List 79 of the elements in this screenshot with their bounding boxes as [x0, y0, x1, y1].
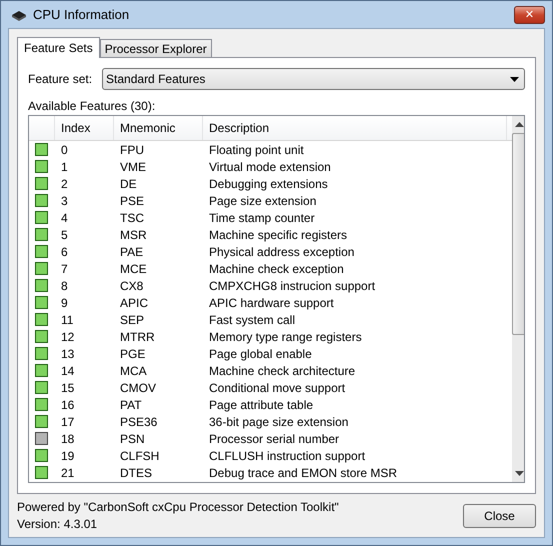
table-cell-text: APIC — [119, 296, 150, 310]
table-cell-text: 5 — [60, 228, 69, 242]
table-cell-text: VME — [119, 160, 148, 174]
table-cell-text: 14 — [60, 364, 76, 378]
table-cell-text: Time stamp counter — [208, 210, 316, 224]
table-cell-text: 21 — [60, 466, 76, 480]
tab[interactable]: Feature Sets — [17, 37, 100, 58]
table-cell-text: MTRR — [119, 330, 156, 344]
column-header[interactable]: Index — [55, 116, 114, 140]
table-cell-text: Memory type range registers — [208, 330, 363, 344]
table-cell-text: DTES — [119, 466, 154, 480]
version-text: Version: 4.3.01 — [17, 517, 98, 531]
table-cell-text: FPU — [119, 142, 145, 156]
table-cell-text: 36-bit page size extension — [208, 414, 350, 428]
table-cell-text: Conditional move support — [208, 380, 346, 394]
table-cell-text: 13 — [60, 346, 76, 360]
table-cell-text: 15 — [60, 380, 76, 394]
table-cell-text: 4 — [60, 210, 69, 224]
table-cell-text: 6 — [60, 244, 69, 258]
scroll-up-icon[interactable] — [514, 122, 524, 127]
list-label: Available Features (30): — [28, 99, 156, 113]
table-cell-text: CLFSH — [119, 448, 160, 462]
table-cell-text: 11 — [60, 312, 74, 326]
vertical-scrollbar[interactable] — [512, 116, 524, 482]
table-cell-text: PSN — [119, 432, 146, 446]
table-cell-text: 16 — [60, 398, 76, 412]
table-cell-text: 7 — [60, 262, 69, 276]
table-cell-text: Page attribute table — [208, 398, 314, 412]
close-button[interactable]: ✕ — [514, 6, 545, 24]
table-cell-text: MCA — [119, 364, 148, 378]
table-cell-text: SEP — [119, 312, 146, 326]
table-cell-text: CLFLUSH instruction support — [208, 448, 366, 462]
chip-icon — [11, 8, 27, 20]
table-cell-text: Machine check architecture — [208, 364, 356, 378]
close-button[interactable]: Close — [463, 504, 536, 528]
column-header[interactable]: Description — [203, 116, 507, 140]
table-cell-text: DE — [119, 176, 138, 190]
dropdown-arrow-icon — [510, 76, 519, 82]
table-cell-text: Machine specific registers — [208, 228, 348, 242]
table-cell-text: PGE — [119, 346, 146, 360]
table-cell-text: 3 — [60, 194, 69, 208]
feature-set-label: Feature set: — [28, 72, 92, 86]
table-cell-text: Debug trace and EMON store MSR — [208, 466, 398, 480]
table-cell-text: 1 — [60, 160, 69, 174]
table-cell-text: 0 — [60, 142, 69, 156]
table-cell-text: MSR — [119, 228, 148, 242]
table-cell-text: CX8 — [119, 278, 144, 292]
table-cell-text: APIC hardware support — [208, 296, 335, 310]
window-title: CPU Information — [33, 7, 130, 22]
table-cell-text: Physical address exception — [208, 244, 356, 258]
table-cell-text: CMOV — [119, 380, 157, 394]
table-cell-text: Debugging extensions — [208, 176, 329, 190]
table-cell-text: PAT — [119, 398, 143, 412]
table-cell-text: 17 — [60, 414, 76, 428]
table-cell-text: Virtual mode extension — [208, 160, 332, 174]
table-cell-text: Page global enable — [208, 346, 313, 360]
table-cell-text: Floating point unit — [208, 142, 305, 156]
table-cell-text: 2 — [60, 176, 69, 190]
table-cell-text: CMPXCHG8 instrucion support — [208, 278, 376, 292]
table-cell-text: 12 — [60, 330, 76, 344]
table-cell-text: 9 — [60, 296, 69, 310]
table-cell-text: 18 — [60, 432, 76, 446]
table-cell-text: 8 — [60, 278, 69, 292]
table-cell-text: PSE36 — [119, 414, 158, 428]
tab[interactable]: Processor Explorer — [100, 39, 212, 57]
table-cell-text: Processor serial number — [208, 432, 340, 446]
feature-set-dropdown[interactable]: Standard Features — [102, 68, 525, 90]
table-cell-text: PAE — [119, 244, 144, 258]
column-header[interactable]: Mnemonic — [114, 116, 203, 140]
table-cell-text: Fast system call — [208, 312, 296, 326]
table-cell-text: 19 — [60, 448, 76, 462]
table-cell-text: TSC — [119, 210, 145, 224]
table-cell-text: MCE — [119, 262, 148, 276]
powered-by-text: Powered by "CarbonSoft cxCpu Processor Detection Toolkit" — [17, 500, 339, 514]
table-cell-text: Machine check exception — [208, 262, 345, 276]
scroll-down-icon[interactable] — [514, 471, 524, 476]
table-cell-text: PSE — [119, 194, 146, 208]
table-cell-text: Page size extension — [208, 194, 318, 208]
scroll-thumb[interactable] — [512, 133, 524, 335]
